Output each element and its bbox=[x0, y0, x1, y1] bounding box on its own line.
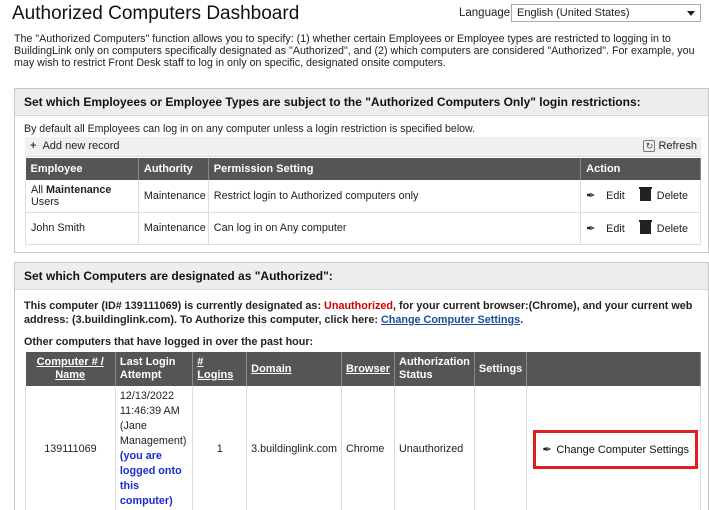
col-domain[interactable]: Domain bbox=[246, 352, 342, 386]
refresh-button[interactable]: ↻ Refresh bbox=[643, 140, 697, 152]
refresh-icon: ↻ bbox=[643, 140, 656, 152]
refresh-label: Refresh bbox=[658, 140, 697, 152]
language-select[interactable]: English (United States) bbox=[511, 4, 701, 22]
computers-table: Computer # / Name Last Login Attempt # L… bbox=[25, 352, 701, 510]
pen-icon: ✒ bbox=[586, 190, 596, 203]
settings-action-cell: ✒ Change Computer Settings bbox=[526, 386, 701, 510]
col-last-login: Last Login Attempt bbox=[115, 352, 194, 386]
plus-icon: + bbox=[30, 140, 37, 152]
computer-id-cell: 139111069 bbox=[25, 386, 116, 510]
action-cell: ✒ Edit Delete bbox=[580, 212, 701, 245]
authorized-computers-panel: Set which Computers are designated as "A… bbox=[14, 262, 709, 510]
language-value: English (United States) bbox=[517, 7, 630, 19]
table-row: All Maintenance Users Maintenance Restri… bbox=[25, 180, 701, 213]
add-new-record-button[interactable]: + Add new record bbox=[30, 140, 120, 152]
col-authority[interactable]: Authority bbox=[138, 158, 209, 180]
col-computer-name[interactable]: Computer # / Name bbox=[25, 352, 116, 386]
col-action: Action bbox=[580, 158, 701, 180]
authorized-computers-heading: Set which Computers are designated as "A… bbox=[15, 263, 708, 290]
edit-button[interactable]: ✒ Edit bbox=[586, 223, 631, 235]
col-browser[interactable]: Browser bbox=[341, 352, 396, 386]
browser-cell: Chrome bbox=[341, 386, 396, 510]
authorization-status-cell: Unauthorized bbox=[394, 386, 475, 510]
col-settings: Settings bbox=[474, 352, 528, 386]
domain-cell: 3.buildinglink.com bbox=[246, 386, 342, 510]
authority-cell: Maintenance bbox=[138, 212, 209, 245]
employee-restrictions-panel: Set which Employees or Employee Types ar… bbox=[14, 88, 709, 253]
add-new-record-label: Add new record bbox=[42, 140, 120, 152]
employee-restrictions-heading: Set which Employees or Employee Types ar… bbox=[15, 89, 708, 116]
intro-text: The "Authorized Computers" function allo… bbox=[14, 33, 695, 69]
table-row: John Smith Maintenance Can log in on Any… bbox=[25, 212, 701, 245]
table-row: 139111069 12/13/2022 11:46:39 AM (Jane M… bbox=[25, 386, 701, 510]
action-cell: ✒ Edit Delete bbox=[580, 180, 701, 213]
settings-cell bbox=[474, 386, 528, 510]
trash-icon bbox=[638, 187, 652, 202]
change-computer-settings-button[interactable]: ✒ Change Computer Settings bbox=[533, 429, 698, 469]
chevron-down-icon bbox=[687, 11, 695, 16]
trash-icon bbox=[638, 219, 652, 234]
employee-cell: John Smith bbox=[25, 212, 139, 245]
status-badge: Unauthorized bbox=[324, 300, 394, 312]
page-title: Authorized Computers Dashboard bbox=[12, 3, 300, 24]
employee-cell: All Maintenance Users bbox=[25, 180, 139, 213]
col-logins[interactable]: # Logins bbox=[192, 352, 248, 386]
language-label: Language: bbox=[459, 7, 514, 19]
col-employee[interactable]: Employee bbox=[25, 158, 139, 180]
last-login-cell: 12/13/2022 11:46:39 AM (Jane Management)… bbox=[115, 386, 194, 510]
other-computers-label: Other computers that have logged in over… bbox=[24, 336, 314, 348]
authority-cell: Maintenance bbox=[138, 180, 209, 213]
grid-toolbar: + Add new record ↻ Refresh bbox=[25, 137, 701, 157]
permission-cell: Can log in on Any computer bbox=[208, 212, 582, 245]
permission-cell: Restrict login to Authorized computers o… bbox=[208, 180, 582, 213]
col-spacer bbox=[526, 352, 701, 386]
logins-cell: 1 bbox=[192, 386, 248, 510]
delete-button[interactable]: Delete bbox=[638, 219, 694, 235]
employee-restrictions-table: Employee Authority Permission Setting Ac… bbox=[25, 158, 701, 245]
col-permission-setting[interactable]: Permission Setting bbox=[208, 158, 582, 180]
current-computer-status: This computer (ID# 139111069) is current… bbox=[24, 300, 693, 326]
delete-button[interactable]: Delete bbox=[638, 187, 694, 202]
col-authorization-status: Authorization Status bbox=[394, 352, 475, 386]
pen-icon: ✒ bbox=[542, 443, 552, 456]
change-computer-settings-link[interactable]: Change Computer Settings bbox=[381, 314, 520, 326]
edit-button[interactable]: ✒ Edit bbox=[586, 190, 631, 202]
current-user-note: (you are logged onto this computer) bbox=[119, 450, 182, 507]
default-login-note: By default all Employees can log in on a… bbox=[24, 123, 476, 135]
pen-icon: ✒ bbox=[586, 222, 596, 235]
